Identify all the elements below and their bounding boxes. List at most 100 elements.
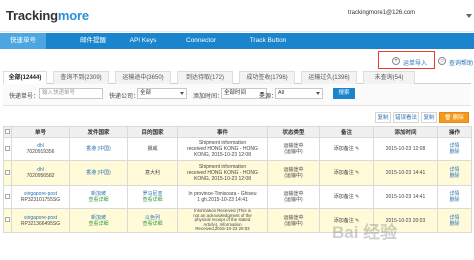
col-header-origin[interactable]: 发件国家 (69, 126, 128, 138)
tracking-label: 快递单号： (9, 94, 40, 100)
note-cell[interactable]: 添加备注 ✎ (319, 185, 374, 209)
edit-icon[interactable]: ✎ (355, 146, 359, 152)
status-tabs: 全部(12444) 查询不到(2309) 运输途中(3650) 到达待取(172… (3, 71, 471, 84)
chevron-down-icon (180, 92, 184, 95)
status-sub: (运输中) (284, 220, 303, 227)
search-icon: ○ (438, 57, 446, 65)
event-line: KONG, 2015-10-23 12:08 (194, 152, 251, 158)
tracking-cell[interactable]: singapore-post RP321366495SG (11, 208, 70, 233)
status-cell: 运输途中 (运输中) (267, 160, 320, 186)
logo-accent: more (57, 8, 89, 23)
destination-details-link[interactable]: 查看详细 (129, 221, 177, 227)
date-label: 添加时间： (193, 94, 224, 100)
trash-icon: 🗑 (444, 115, 452, 121)
col-header-event: 事件 (177, 126, 268, 138)
nav-item-email-reminder[interactable]: 邮件提醒 (70, 33, 116, 49)
row-checkbox[interactable] (3, 208, 12, 233)
select-all-checkbox[interactable] (3, 126, 12, 138)
col-header-tracking[interactable]: 单号 (11, 126, 70, 138)
tracking-cell[interactable]: dhl 7020956582 (11, 160, 70, 186)
tab-not-found[interactable]: 查询不到(2309) (53, 71, 109, 84)
import-label: 运单导入 (403, 61, 428, 67)
destination-details-link[interactable]: 查看详细 (129, 197, 177, 203)
time-cell: 2015-10-23 14:41 (373, 185, 438, 209)
delete-link[interactable]: 删除 (439, 173, 471, 179)
import-button[interactable]: + 运单导入 (392, 55, 434, 69)
tab-all[interactable]: 全部(12444) (3, 71, 47, 84)
event-line: KONG, 2015-10-23 12:08 (194, 176, 251, 182)
table-row: dhl 7020919356 香港 (中国) 挪威 Shipment inform… (3, 137, 472, 161)
add-note-link[interactable]: 添加备注 (334, 170, 354, 176)
copy-button[interactable]: 复制 (375, 112, 391, 123)
tab-pickup[interactable]: 到达待取(172) (177, 71, 233, 84)
destination-cell: 罗马尼亚 查看详细 (127, 185, 178, 209)
delete-button[interactable]: 🗑 删除 (439, 112, 469, 123)
account-email: trackingmore1@126.com (348, 10, 416, 16)
event-cell: Shipment information received HONG KONG -… (177, 137, 268, 161)
tab-unqueried[interactable]: 未查询(54) (363, 71, 415, 84)
origin-details-link[interactable]: 查看详细 (71, 197, 127, 203)
delete-link[interactable]: 删除 (439, 149, 471, 155)
nav-item-quick-tracking[interactable]: 快速单号 (0, 33, 46, 49)
status-sub: (运输中) (284, 197, 303, 203)
origin-cell: 新加坡 查看详细 (69, 185, 128, 209)
origin-cell: 新加坡 查看详细 (69, 208, 128, 233)
edit-icon[interactable]: ✎ (355, 194, 359, 200)
carrier-select[interactable]: 全部 (137, 88, 187, 99)
origin-country[interactable]: 香港 (中国) (71, 170, 127, 176)
delete-link[interactable]: 删除 (439, 221, 471, 227)
destination-country: 意大利 (144, 170, 160, 176)
tab-in-transit[interactable]: 运输途中(3650) (115, 71, 171, 84)
col-header-time[interactable]: 添加时间 (373, 126, 438, 138)
ops-cell: 详情 删除 (437, 137, 472, 161)
plus-icon: + (392, 57, 400, 65)
tracking-cell[interactable]: dhl 7020919356 (11, 137, 70, 161)
source-select[interactable]: All (275, 88, 323, 99)
table-row: singapore-post RP321366495SG 新加坡 查看详细 以色列查… (3, 208, 472, 233)
delete-link[interactable]: 删除 (439, 197, 471, 203)
query-help-button[interactable]: ○ 查询帮助 (438, 55, 474, 69)
delete-label: 删除 (452, 115, 464, 121)
nav-item-api-keys[interactable]: API Keys (120, 33, 166, 49)
main-nav: 快速单号 邮件提醒 API Keys Connector Track Butto… (0, 33, 474, 49)
col-header-destination[interactable]: 目的国家 (127, 126, 178, 138)
tracking-cell[interactable]: singapore-post RP323101755SG (11, 185, 70, 209)
origin-details-link[interactable]: 查看详细 (71, 221, 127, 227)
export-button[interactable]: 复制 (421, 112, 437, 123)
nav-item-connector[interactable]: Connector (178, 33, 224, 49)
time-cell: 2015-10-23 12:08 (373, 137, 438, 161)
ops-cell: 详情 删除 (437, 208, 472, 233)
edit-icon[interactable]: ✎ (355, 170, 359, 176)
logo-main: Tracking (6, 8, 58, 23)
ops-cell: 详情 删除 (437, 160, 472, 186)
tab-delivered[interactable]: 成功签收(1796) (239, 71, 295, 84)
note-cell[interactable]: 添加备注 ✎ (319, 160, 374, 186)
account-menu[interactable]: trackingmore1@126.com (348, 10, 472, 18)
origin-country[interactable]: 香港 (中国) (71, 146, 127, 152)
row-checkbox[interactable] (3, 185, 12, 209)
status-cell: 运输途中 (运输中) (267, 208, 320, 233)
nav-item-track-button[interactable]: Track Button (240, 33, 296, 49)
table-toolbar: 复制 错误看法 复制 🗑 删除 (3, 111, 471, 124)
add-note-link[interactable]: 添加备注 (334, 146, 354, 152)
tab-expired[interactable]: 运输过久(1396) (301, 71, 357, 84)
tracking-number: RP323101755SG (20, 197, 61, 203)
note-cell[interactable]: 添加备注 ✎ (319, 137, 374, 161)
destination-country: 挪威 (147, 146, 158, 152)
table-row: dhl 7020956582 香港 (中国) 意大利 Shipment infor… (3, 160, 472, 186)
row-checkbox[interactable] (3, 160, 12, 186)
logo[interactable]: Trackingmore (6, 8, 89, 23)
filter-bar: 快递单号： 输入快递单号 快递公司： 全部 添加时间： 全部时间 来源： All… (3, 84, 471, 106)
row-checkbox[interactable] (3, 137, 12, 161)
tracking-input[interactable]: 输入快递单号 (39, 88, 103, 99)
search-button[interactable]: 搜索 (333, 88, 355, 99)
col-header-status[interactable]: 状态类型 (267, 126, 320, 138)
event-cell: In province-Timisoara - Ghiseu 1 gh.2015-… (177, 185, 268, 209)
carrier-value: 全部 (140, 90, 152, 96)
chevron-down-icon (316, 92, 320, 95)
status-sub: (运输中) (284, 149, 303, 155)
table-row: singapore-post RP323101755SG 新加坡 查看详细 罗马尼亚… (3, 185, 472, 209)
mark-button[interactable]: 错误看法 (393, 112, 419, 123)
status-cell: 运输途中 (运输中) (267, 137, 320, 161)
add-note-link[interactable]: 添加备注 (334, 194, 354, 200)
